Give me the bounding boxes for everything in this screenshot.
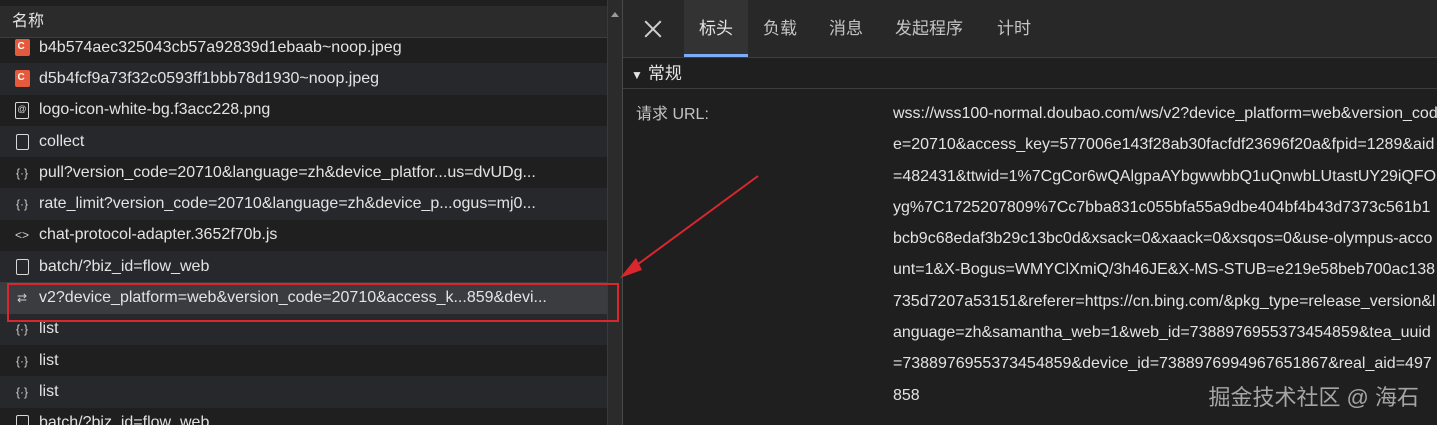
annotation-arrow-icon (620, 175, 759, 278)
watermark: 掘金技术社区 @ 海石 (1208, 385, 1419, 410)
